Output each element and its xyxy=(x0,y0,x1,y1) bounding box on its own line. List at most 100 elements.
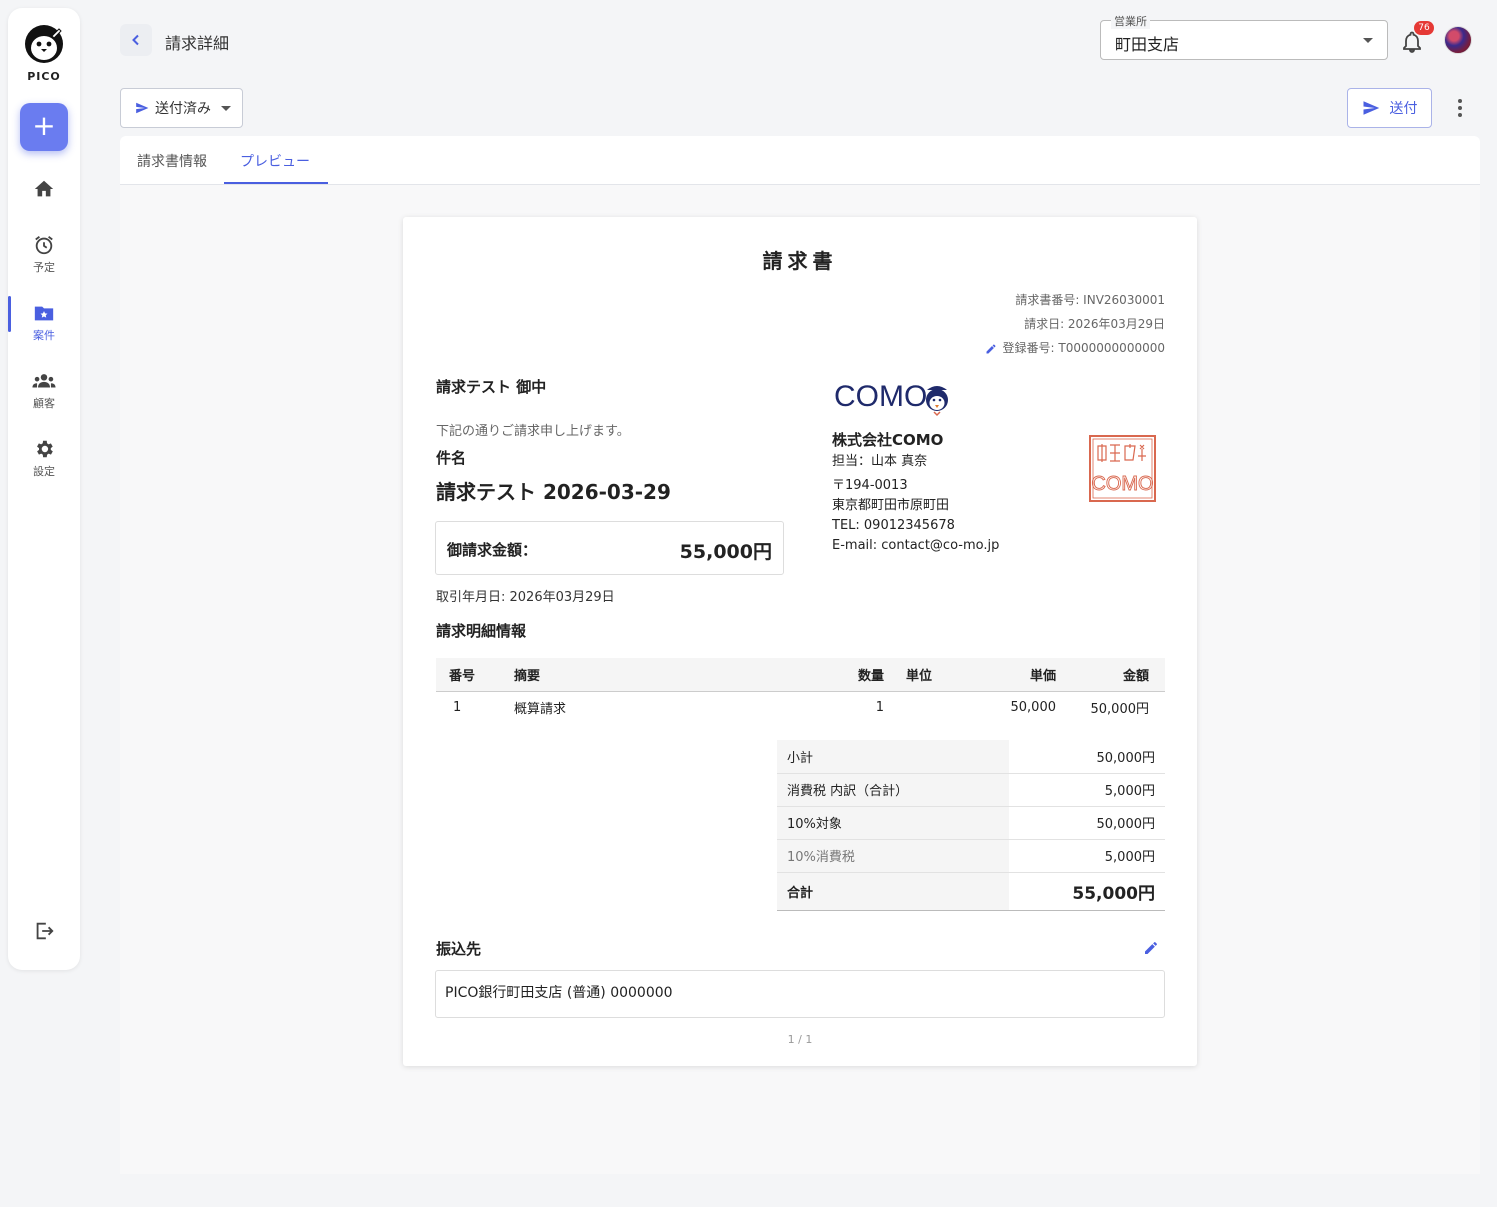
column-header: 摘要 xyxy=(488,658,824,692)
column-header: 金額 xyxy=(1070,658,1165,692)
folder-star-icon xyxy=(34,306,54,321)
taxable-10-value: 50,000円 xyxy=(1009,806,1165,840)
company-contact: 担当：山本 真奈 xyxy=(832,454,928,469)
column-header: 単位 xyxy=(894,658,974,692)
caret-down-icon xyxy=(221,105,231,111)
company-seal-text: COMO xyxy=(1091,473,1153,495)
company-name: 株式会社COMO xyxy=(832,431,944,449)
transaction-date: 取引年月日: 2026年03月29日 xyxy=(436,590,615,605)
grand-total-row: 合計 55,000円 xyxy=(777,872,1165,911)
cell-quantity: 1 xyxy=(875,699,884,715)
invoice-preview: 請求書 請求書番号: INV26030001 請求日: 2026年03月29日 … xyxy=(403,217,1197,1066)
tab-active-underline xyxy=(224,182,328,184)
cell-amount: 50,000円 xyxy=(1090,701,1150,717)
pencil-icon[interactable] xyxy=(985,343,997,355)
company-logo-text: COMO xyxy=(834,380,927,413)
company-email: E-mail: contact@co-mo.jp xyxy=(832,538,1000,553)
cell-number: 1 xyxy=(453,699,462,715)
tab-bar: 請求書情報 プレビュー xyxy=(120,136,1480,185)
sidebar-item-settings[interactable]: 設定 xyxy=(8,438,80,479)
page-number: 1 / 1 xyxy=(787,1033,813,1046)
company-tel: TEL: 09012345678 xyxy=(832,518,955,533)
invoice-date: 請求日: 2026年03月29日 xyxy=(1024,317,1165,331)
bank-account: PICO銀行町田支店 (普通) 0000000 xyxy=(435,970,1165,1018)
chevron-left-icon xyxy=(132,34,139,46)
cell-unit xyxy=(894,691,974,723)
tax-breakdown-label: 消費税 内訳（合計） xyxy=(777,773,1009,807)
sidebar-item-label: 予定 xyxy=(33,261,55,274)
registration-row: 登録番号: T0000000000000 xyxy=(985,339,1165,356)
add-button[interactable]: + xyxy=(20,103,68,151)
table-row: 1 概算請求 1 50,000 50,000円 xyxy=(436,691,1165,723)
subtotal-value: 50,000円 xyxy=(1009,740,1165,774)
column-header: 単価 xyxy=(974,658,1070,692)
billing-amount-value: 55,000円 xyxy=(679,541,772,563)
totals-row: 小計 50,000円 xyxy=(777,740,1165,774)
sidebar-item-customers[interactable]: 顧客 xyxy=(8,370,80,411)
gear-icon xyxy=(37,440,53,458)
sidebar-item-home[interactable] xyxy=(8,178,80,203)
edit-pencil-icon[interactable] xyxy=(1143,940,1159,956)
page-title: 請求詳細 xyxy=(165,34,230,53)
sidebar-item-schedule[interactable]: 予定 xyxy=(8,234,80,275)
tab-invoice-info[interactable]: 請求書情報 xyxy=(137,151,207,171)
more-dot-icon xyxy=(1458,113,1462,117)
sidebar-item-cases[interactable]: 案件 xyxy=(8,302,80,343)
sidebar: PICO + 予定 案件 顧客 設定 xyxy=(8,8,80,970)
registration-number: 登録番号: T0000000000000 xyxy=(1002,341,1165,355)
logout-button[interactable] xyxy=(8,920,80,945)
subtotal-label: 小計 xyxy=(777,740,1009,774)
greeting-text: 下記の通りご請求申し上げます。 xyxy=(436,424,630,439)
company-postal: 〒194-0013 xyxy=(832,478,908,493)
more-dot-icon xyxy=(1458,106,1462,110)
subject-label: 件名 xyxy=(436,449,467,467)
column-header: 数量 xyxy=(824,658,894,692)
totals-row: 10%対象 50,000円 xyxy=(777,806,1165,840)
office-select-value: 町田支店 xyxy=(1115,35,1180,54)
alarm-clock-icon xyxy=(35,236,53,255)
client-name: 請求テスト 御中 xyxy=(436,378,547,396)
sidebar-item-label: 案件 xyxy=(33,329,55,342)
avatar[interactable] xyxy=(1444,26,1472,54)
detail-heading: 請求明細情報 xyxy=(436,622,527,640)
subject-value: 請求テスト 2026-03-29 xyxy=(436,480,671,504)
sidebar-item-label: 顧客 xyxy=(33,397,55,410)
company-seal: COMO xyxy=(1089,435,1156,502)
cell-description: 概算請求 xyxy=(514,701,567,717)
logout-icon xyxy=(36,922,54,940)
back-button[interactable] xyxy=(120,24,152,56)
invoice-title: 請求書 xyxy=(762,249,838,273)
caret-down-icon xyxy=(1363,38,1373,43)
people-icon xyxy=(32,374,56,388)
pico-logo[interactable]: PICO xyxy=(8,24,80,83)
tax-10-label: 10%消費税 xyxy=(777,839,1009,873)
tab-preview[interactable]: プレビュー xyxy=(240,151,310,171)
invoice-number: 請求書番号: INV26030001 xyxy=(1015,293,1165,307)
home-icon xyxy=(34,180,54,197)
office-select[interactable]: 営業所 町田支店 xyxy=(1100,13,1388,60)
notification-badge: 76 xyxy=(1414,21,1434,35)
grand-total-value: 55,000円 xyxy=(1009,872,1165,911)
office-select-label: 営業所 xyxy=(1111,13,1150,29)
sidebar-item-label: 設定 xyxy=(33,465,55,478)
billing-amount-box: 御請求金額： 55,000円 xyxy=(435,521,784,575)
send-button[interactable]: 送付 xyxy=(1347,88,1432,128)
send-button-label: 送付 xyxy=(1389,101,1418,117)
more-menu-button[interactable] xyxy=(1450,96,1470,120)
line-items-table: 番号 摘要 数量 単位 単価 金額 1 概算請求 1 50,000 50,000… xyxy=(436,658,1165,723)
company-address: 東京都町田市原町田 xyxy=(832,498,950,513)
status-dropdown-button[interactable]: 送付済み xyxy=(120,88,243,128)
company-logo: COMO xyxy=(834,380,948,417)
penguin-logo-icon xyxy=(25,25,63,63)
column-header: 番号 xyxy=(436,658,488,692)
grand-total-label: 合計 xyxy=(777,872,1009,911)
send-icon xyxy=(136,102,149,114)
totals-row: 消費税 内訳（合計） 5,000円 xyxy=(777,773,1165,807)
totals-table: 小計 50,000円 消費税 内訳（合計） 5,000円 10%対象 50,00… xyxy=(777,740,1165,911)
table-header-row: 番号 摘要 数量 単位 単価 金額 xyxy=(436,658,1165,692)
company-info: 株式会社COMO 担当：山本 真奈 〒194-0013 東京都町田市原町田 TE… xyxy=(832,430,999,556)
more-dot-icon xyxy=(1458,99,1462,103)
send-icon xyxy=(1363,101,1379,115)
bank-heading: 振込先 xyxy=(436,940,482,958)
tax-breakdown-value: 5,000円 xyxy=(1009,773,1165,807)
